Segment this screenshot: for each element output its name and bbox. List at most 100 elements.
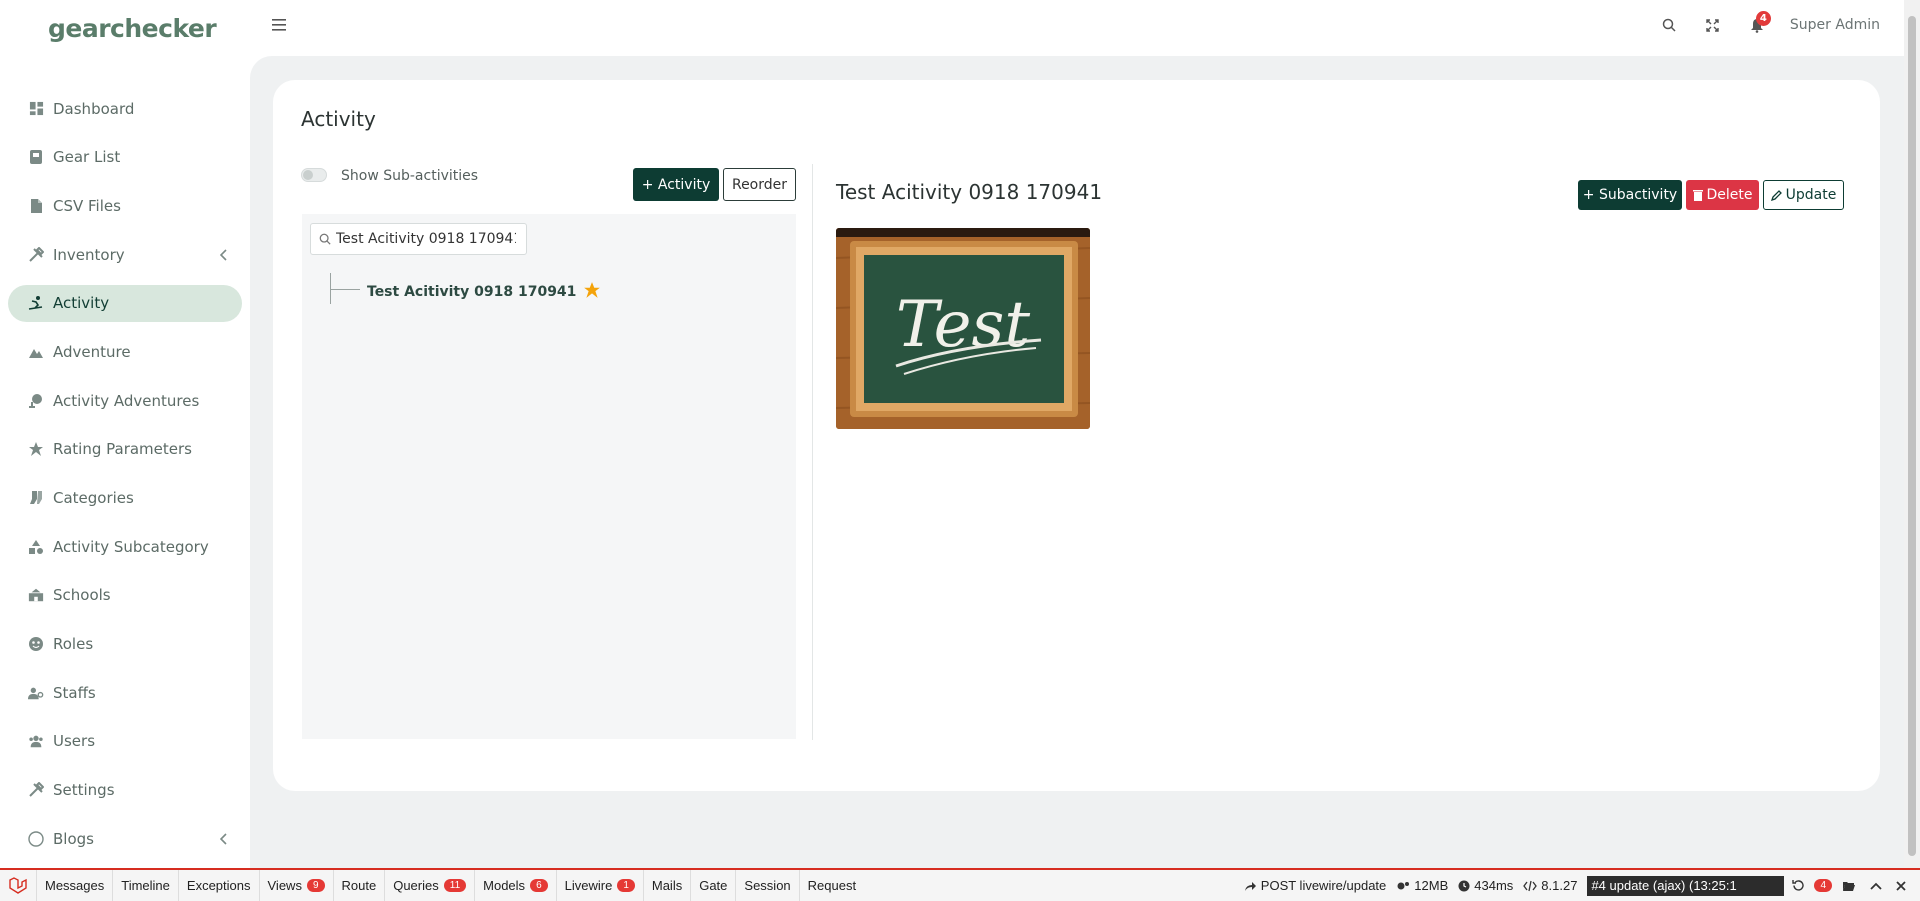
sidebar-item-label: Schools	[53, 586, 111, 605]
sidebar-item-dashboard[interactable]: Dashboard	[8, 90, 242, 127]
debug-tab-queries[interactable]: Queries 11	[384, 870, 474, 901]
debug-tab-livewire[interactable]: Livewire 1	[555, 870, 643, 901]
add-activity-button[interactable]: + Activity	[633, 168, 719, 201]
close-debugbar-button[interactable]	[1896, 880, 1910, 891]
add-subactivity-button[interactable]: + Subactivity	[1578, 180, 1682, 210]
sidebar-item-gear-list[interactable]: Gear List	[8, 139, 242, 176]
maximize-button[interactable]	[1870, 882, 1886, 890]
sidebar-item-categories[interactable]: Categories	[8, 480, 242, 517]
page-title: Activity	[301, 107, 376, 131]
debug-tab-session[interactable]: Session	[735, 870, 798, 901]
star-icon	[28, 441, 44, 457]
fullscreen-icon[interactable]	[1702, 14, 1724, 36]
sidebar-item-label: Activity Subcategory	[53, 537, 209, 556]
shapes-icon	[28, 539, 44, 555]
show-subactivities-toggle[interactable]	[301, 168, 327, 182]
sidebar-item-staffs[interactable]: Staffs	[8, 674, 242, 711]
sidebar-item-label: Staffs	[53, 683, 96, 702]
brand-logo[interactable]: gearchecker	[48, 14, 217, 43]
debug-tab-views[interactable]: Views 9	[258, 870, 333, 901]
tree-node-label: Test Acitivity 0918 170941	[367, 284, 577, 300]
debug-tab-mails[interactable]: Mails	[642, 870, 690, 901]
chevron-left-icon	[219, 831, 228, 849]
sidebar-item-roles[interactable]: Roles	[8, 626, 242, 663]
debug-tab-exceptions[interactable]: Exceptions	[177, 870, 259, 901]
sidebar-nav: Dashboard Gear List CSV Files Inventory …	[8, 90, 242, 869]
tab-label: Models	[483, 878, 526, 893]
open-folder-button[interactable]	[1842, 880, 1860, 892]
school-icon	[28, 587, 44, 603]
activity-search-input[interactable]	[336, 231, 516, 247]
debug-tab-route[interactable]: Route	[332, 870, 385, 901]
sidebar-item-label: Adventure	[53, 342, 131, 361]
tab-label: Timeline	[121, 878, 170, 893]
memory-label: 12MB	[1414, 878, 1449, 893]
tree-node-activity[interactable]: Test Acitivity 0918 170941	[367, 281, 601, 303]
delete-button[interactable]: Delete	[1686, 180, 1759, 210]
debug-tab-request[interactable]: Request	[798, 870, 864, 901]
skier-icon	[28, 295, 44, 311]
tab-label: Exceptions	[186, 878, 251, 893]
top-header: 4 Super Admin	[250, 0, 1904, 52]
sidebar-item-settings[interactable]: Settings	[8, 772, 242, 809]
sidebar-item-label: Gear List	[53, 148, 121, 167]
request-history-select[interactable]: #4 update (ajax) (13:25:1	[1587, 875, 1785, 896]
sidebar-item-rating-parameters[interactable]: Rating Parameters	[8, 431, 242, 468]
sidebar-item-label: Dashboard	[53, 99, 135, 118]
tab-badge: 9	[306, 879, 325, 892]
hamburger-menu-icon[interactable]	[272, 16, 286, 35]
sidebar-item-inventory[interactable]: Inventory	[8, 236, 242, 273]
star-icon[interactable]	[583, 281, 601, 303]
activity-detail-title: Test Acitivity 0918 170941	[836, 180, 1103, 204]
sidebar-item-label: CSV Files	[53, 196, 121, 215]
user-gear-icon	[28, 685, 44, 701]
settings-tools-icon	[28, 782, 44, 798]
debug-tab-messages[interactable]: Messages	[36, 870, 112, 901]
header-actions: 4 Super Admin	[1658, 11, 1904, 36]
tab-label: Mails	[651, 878, 683, 893]
sidebar-item-activity[interactable]: Activity	[8, 284, 242, 322]
chevron-left-icon	[219, 247, 228, 265]
notification-bell-icon[interactable]: 4	[1746, 11, 1771, 36]
search-icon[interactable]	[1658, 14, 1680, 36]
close-icon	[1896, 880, 1906, 891]
time-label: 434ms	[1474, 878, 1514, 893]
code-icon	[1523, 880, 1538, 891]
tools-icon	[28, 246, 44, 263]
user-menu[interactable]: Super Admin	[1790, 17, 1880, 33]
masks-icon	[28, 636, 44, 652]
sidebar-item-schools[interactable]: Schools	[8, 577, 242, 614]
circle-icon	[28, 831, 44, 847]
tab-badge: 1	[617, 879, 635, 892]
history-button[interactable]: 4	[1792, 879, 1832, 892]
update-label: Update	[1785, 187, 1837, 203]
sidebar-item-adventure[interactable]: Adventure	[8, 333, 242, 370]
activity-search	[310, 223, 527, 255]
debug-tab-models[interactable]: Models 6	[474, 870, 555, 901]
update-button[interactable]: Update	[1763, 180, 1844, 210]
sidebar-item-activity-subcategory[interactable]: Activity Subcategory	[8, 528, 242, 565]
search-icon	[319, 230, 331, 249]
page-scrollbar[interactable]	[1904, 0, 1920, 868]
sidebar: gearchecker Dashboard Gear List CSV File…	[0, 0, 250, 870]
history-icon	[1792, 880, 1805, 891]
request-label: POST livewire/update	[1260, 878, 1387, 893]
sidebar-item-blogs[interactable]: Blogs	[8, 820, 242, 857]
clock-icon	[1458, 880, 1470, 891]
tab-label: Livewire	[564, 878, 613, 893]
sidebar-item-label: Inventory	[53, 245, 125, 264]
pencil-icon	[1770, 189, 1782, 201]
tab-badge: 11	[443, 879, 467, 892]
sidebar-item-csv-files[interactable]: CSV Files	[8, 187, 242, 224]
version-label: 8.1.27	[1541, 878, 1578, 893]
debug-tab-gate[interactable]: Gate	[690, 870, 735, 901]
laravel-logo-icon[interactable]	[0, 870, 36, 901]
sidebar-item-users[interactable]: Users	[8, 723, 242, 760]
request-select-value: #4 update (ajax) (13:25:1	[1591, 878, 1737, 893]
socks-icon	[28, 490, 44, 506]
tab-label: Queries	[393, 878, 439, 893]
delete-label: Delete	[1706, 187, 1753, 203]
debug-tab-timeline[interactable]: Timeline	[112, 870, 178, 901]
reorder-button[interactable]: Reorder	[723, 168, 796, 201]
sidebar-item-activity-adventures[interactable]: Activity Adventures	[8, 382, 242, 419]
